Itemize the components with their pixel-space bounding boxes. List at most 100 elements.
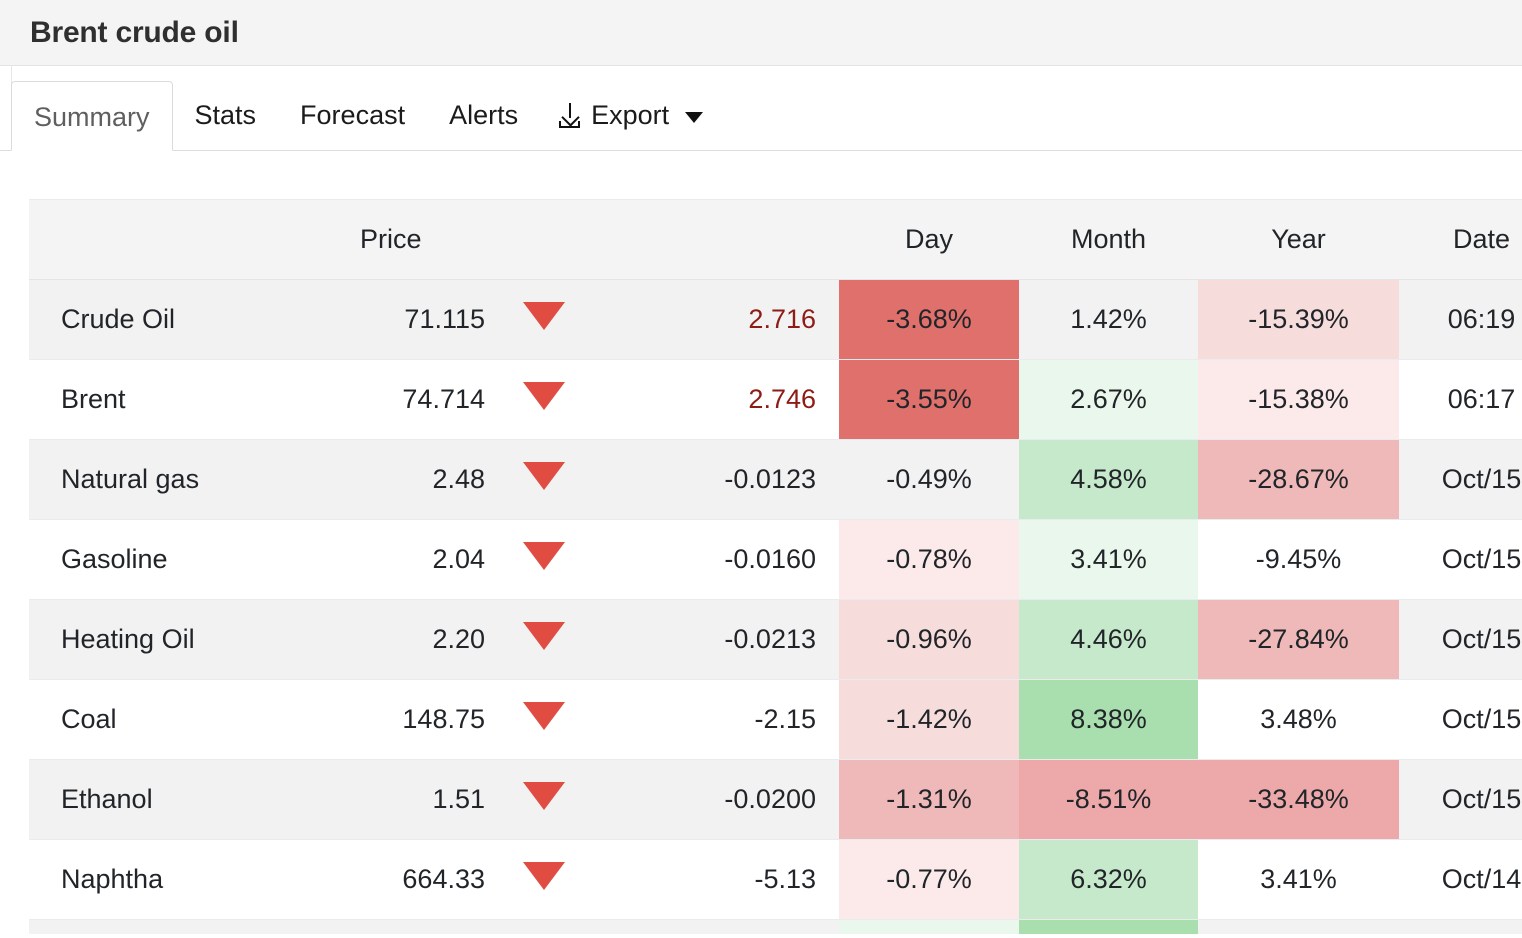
tab-forecast[interactable]: Forecast [278, 80, 427, 150]
cell-date: Oct/15 [1399, 759, 1522, 840]
cell-year-change: -27.84% [1198, 599, 1399, 680]
cell-change [603, 919, 839, 934]
table-header-row: Price Day Month Year Date [29, 199, 1522, 280]
cell-price: 1.51 [346, 759, 485, 840]
cell-change: 2.746 [603, 359, 839, 440]
table-row[interactable]: Ethanol 1.51 -0.0200 -1.31% -8.51% -33.48% Oct… [29, 759, 1522, 840]
cell-price: 148.75 [346, 679, 485, 760]
cell-day-change: -3.55% [839, 359, 1019, 440]
cell-month-change: 1.42% [1019, 279, 1198, 360]
cell-direction [485, 919, 603, 934]
chevron-down-icon [685, 111, 704, 123]
cell-month-change: 6.32% [1019, 839, 1198, 920]
title-bar: Brent crude oil [0, 0, 1522, 66]
column-header-month[interactable]: Month [1019, 199, 1198, 280]
cell-month-change [1019, 919, 1198, 934]
cell-direction [485, 679, 603, 760]
cell-commodity-name: Brent [29, 359, 346, 440]
arrow-down-icon [523, 622, 565, 650]
arrow-down-icon [523, 702, 565, 730]
download-icon [558, 102, 582, 128]
cell-change: 2.716 [603, 279, 839, 360]
cell-direction [485, 599, 603, 680]
cell-day-change: -0.77% [839, 839, 1019, 920]
column-header-change[interactable] [603, 199, 839, 280]
table-row[interactable]: Gasoline 2.04 -0.0160 -0.78% 3.41% -9.45% Oct/… [29, 519, 1522, 600]
cell-change: -0.0213 [603, 599, 839, 680]
cell-commodity-name [29, 919, 346, 934]
cell-change: -0.0160 [603, 519, 839, 600]
cell-price: 74.714 [346, 359, 485, 440]
cell-direction [485, 839, 603, 920]
table-row[interactable]: Natural gas 2.48 -0.0123 -0.49% 4.58% -28.67%… [29, 439, 1522, 520]
cell-date: 06:17 [1399, 359, 1522, 440]
table-header: Price Day Month Year Date [29, 199, 1522, 280]
cell-change: -5.13 [603, 839, 839, 920]
cell-month-change: 3.41% [1019, 519, 1198, 600]
cell-year-change: -15.38% [1198, 359, 1399, 440]
export-label: Export [591, 100, 670, 130]
column-header-year[interactable]: Year [1198, 199, 1399, 280]
cell-day-change: -1.42% [839, 679, 1019, 760]
cell-direction [485, 359, 603, 440]
page-title: Brent crude oil [30, 15, 239, 49]
cell-commodity-name: Natural gas [29, 439, 346, 520]
tab-summary[interactable]: Summary [11, 81, 173, 151]
cell-change: -0.0200 [603, 759, 839, 840]
cell-price: 71.115 [346, 279, 485, 360]
export-dropdown[interactable]: Export [540, 80, 725, 150]
commodities-table-container: Price Day Month Year Date Crude Oil 71.11… [0, 151, 1522, 934]
arrow-down-icon [523, 542, 565, 570]
arrow-down-icon [523, 382, 565, 410]
cell-price: 2.04 [346, 519, 485, 600]
cell-commodity-name: Coal [29, 679, 346, 760]
cell-commodity-name: Naphtha [29, 839, 346, 920]
cell-year-change: -9.45% [1198, 519, 1399, 600]
column-header-name[interactable] [29, 199, 346, 280]
cell-price: 2.20 [346, 599, 485, 680]
cell-date: Oct/15 [1399, 599, 1522, 680]
table-row[interactable]: Brent 74.714 2.746 -3.55% 2.67% -15.38% 06:17 [29, 359, 1522, 440]
tab-bar: Summary Stats Forecast Alerts Export [0, 66, 1522, 151]
column-header-day[interactable]: Day [839, 199, 1019, 280]
cell-year-change [1198, 919, 1399, 934]
cell-month-change: 2.67% [1019, 359, 1198, 440]
cell-direction [485, 439, 603, 520]
cell-year-change: 3.41% [1198, 839, 1399, 920]
cell-date [1399, 919, 1522, 934]
cell-date: Oct/15 [1399, 439, 1522, 520]
table-row[interactable]: Naphtha 664.33 -5.13 -0.77% 6.32% 3.41% Oct/14 [29, 839, 1522, 920]
arrow-down-icon [523, 862, 565, 890]
table-row[interactable]: Heating Oil 2.20 -0.0213 -0.96% 4.46% -27.84%… [29, 599, 1522, 680]
cell-month-change: 8.38% [1019, 679, 1198, 760]
arrow-down-icon [523, 782, 565, 810]
table-row[interactable]: Crude Oil 71.115 2.716 -3.68% 1.42% -15.39% 06… [29, 279, 1522, 360]
arrow-down-icon [523, 302, 565, 330]
table-body: Crude Oil 71.115 2.716 -3.68% 1.42% -15.39% 06… [29, 279, 1522, 934]
cell-day-change: -0.78% [839, 519, 1019, 600]
cell-day-change: -0.96% [839, 599, 1019, 680]
cell-day-change [839, 919, 1019, 934]
cell-price: 664.33 [346, 839, 485, 920]
cell-commodity-name: Gasoline [29, 519, 346, 600]
cell-date: Oct/15 [1399, 519, 1522, 600]
cell-change: -0.0123 [603, 439, 839, 520]
tab-alerts[interactable]: Alerts [427, 80, 540, 150]
column-header-date[interactable]: Date [1399, 199, 1522, 280]
table-row[interactable]: Coal 148.75 -2.15 -1.42% 8.38% 3.48% Oct/15 [29, 679, 1522, 760]
cell-date: Oct/15 [1399, 679, 1522, 760]
cell-year-change: -33.48% [1198, 759, 1399, 840]
cell-month-change: -8.51% [1019, 759, 1198, 840]
cell-direction [485, 279, 603, 360]
tab-stats[interactable]: Stats [173, 80, 279, 150]
cell-day-change: -1.31% [839, 759, 1019, 840]
cell-direction [485, 519, 603, 600]
cell-direction [485, 759, 603, 840]
cell-year-change: -15.39% [1198, 279, 1399, 360]
cell-date: 06:19 [1399, 279, 1522, 360]
cell-commodity-name: Heating Oil [29, 599, 346, 680]
column-header-price[interactable]: Price [346, 199, 485, 280]
cell-change: -2.15 [603, 679, 839, 760]
table-row[interactable] [29, 919, 1522, 934]
cell-price: 2.48 [346, 439, 485, 520]
